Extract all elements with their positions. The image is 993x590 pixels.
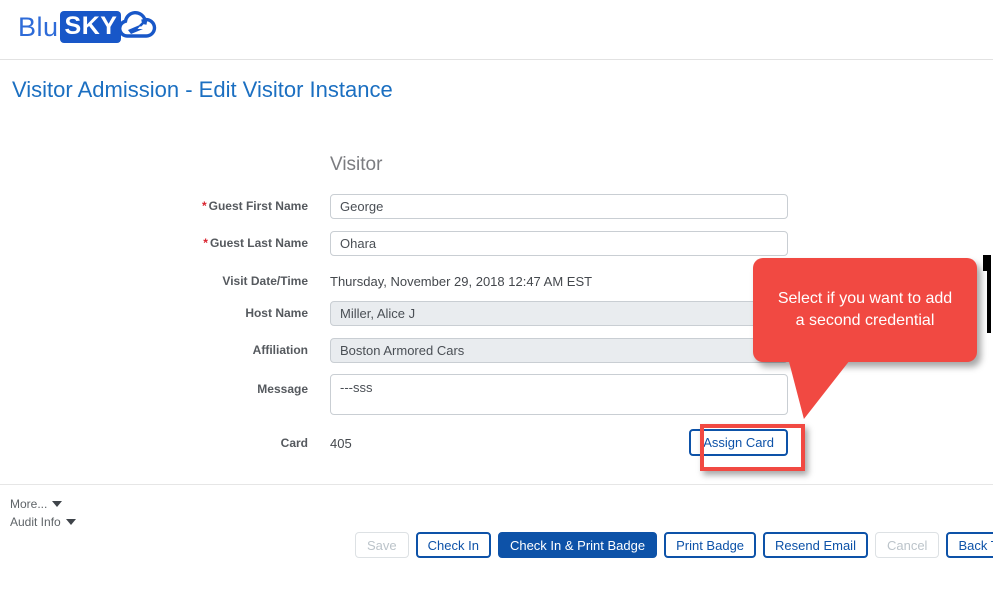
caret-down-icon xyxy=(65,519,76,525)
page: Blu SKY Visitor Admission - Edit Visitor … xyxy=(0,0,993,590)
cropped-edge-mark xyxy=(983,255,991,271)
assign-card-button[interactable]: Assign Card xyxy=(689,429,788,456)
page-title: Visitor Admission - Edit Visitor Instanc… xyxy=(12,77,393,102)
form-section-title: Visitor xyxy=(330,154,383,175)
annotation-callout-bubble: Select if you want to add a second crede… xyxy=(753,258,977,362)
field-row-visit-datetime: Visit Date/Time Thursday, November 29, 2… xyxy=(0,273,790,290)
logo-text-sky: SKY xyxy=(59,11,122,43)
field-row-card: Card 405 Assign Card xyxy=(0,428,790,459)
cloud-arrow-icon xyxy=(115,10,161,44)
visit-datetime-value: Thursday, November 29, 2018 12:47 AM EST xyxy=(330,274,593,289)
card-label: Card xyxy=(280,436,308,451)
required-asterisk: * xyxy=(203,236,208,251)
check-in-button[interactable]: Check In xyxy=(415,532,491,558)
host-name-label: Host Name xyxy=(245,306,308,321)
logo-text-blu: Blu xyxy=(18,11,59,42)
message-label: Message xyxy=(257,382,308,396)
affiliation-input xyxy=(330,338,788,363)
field-row-message: Message ---sss xyxy=(0,374,790,415)
host-name-input xyxy=(330,301,788,326)
resend-email-button[interactable]: Resend Email xyxy=(763,532,868,558)
required-asterisk: * xyxy=(201,199,207,214)
annotation-callout-tail xyxy=(788,360,850,419)
guest-first-name-label: * Guest First Name xyxy=(201,199,308,214)
action-button-bar: Save Check In Check In & Print Badge Pri… xyxy=(355,532,993,558)
visit-datetime-label: Visit Date/Time xyxy=(222,274,308,289)
message-textarea[interactable]: ---sss xyxy=(330,374,788,415)
field-row-guest-first-name: * Guest First Name xyxy=(0,194,790,219)
more-dropdown-toggle[interactable]: More... xyxy=(10,497,63,511)
guest-last-name-input[interactable] xyxy=(330,231,788,256)
guest-first-name-input[interactable] xyxy=(330,194,788,219)
field-row-host-name: Host Name xyxy=(0,301,790,326)
field-row-affiliation: Affiliation xyxy=(0,338,790,363)
card-number-value: 405 xyxy=(330,436,352,451)
cancel-button[interactable]: Cancel xyxy=(874,532,940,558)
blusky-logo[interactable]: Blu SKY xyxy=(18,9,161,45)
check-in-print-badge-button[interactable]: Check In & Print Badge xyxy=(497,532,658,558)
caret-down-icon xyxy=(52,501,63,507)
affiliation-label: Affiliation xyxy=(252,343,308,358)
print-badge-button[interactable]: Print Badge xyxy=(664,532,757,558)
field-row-guest-last-name: * Guest Last Name xyxy=(0,231,790,256)
footer-divider xyxy=(0,484,993,485)
back-to-list-button[interactable]: Back To List xyxy=(946,532,993,558)
guest-last-name-label: * Guest Last Name xyxy=(203,236,308,251)
header-divider xyxy=(0,59,993,60)
audit-info-dropdown-toggle[interactable]: Audit Info xyxy=(10,515,76,529)
save-button[interactable]: Save xyxy=(355,532,409,558)
